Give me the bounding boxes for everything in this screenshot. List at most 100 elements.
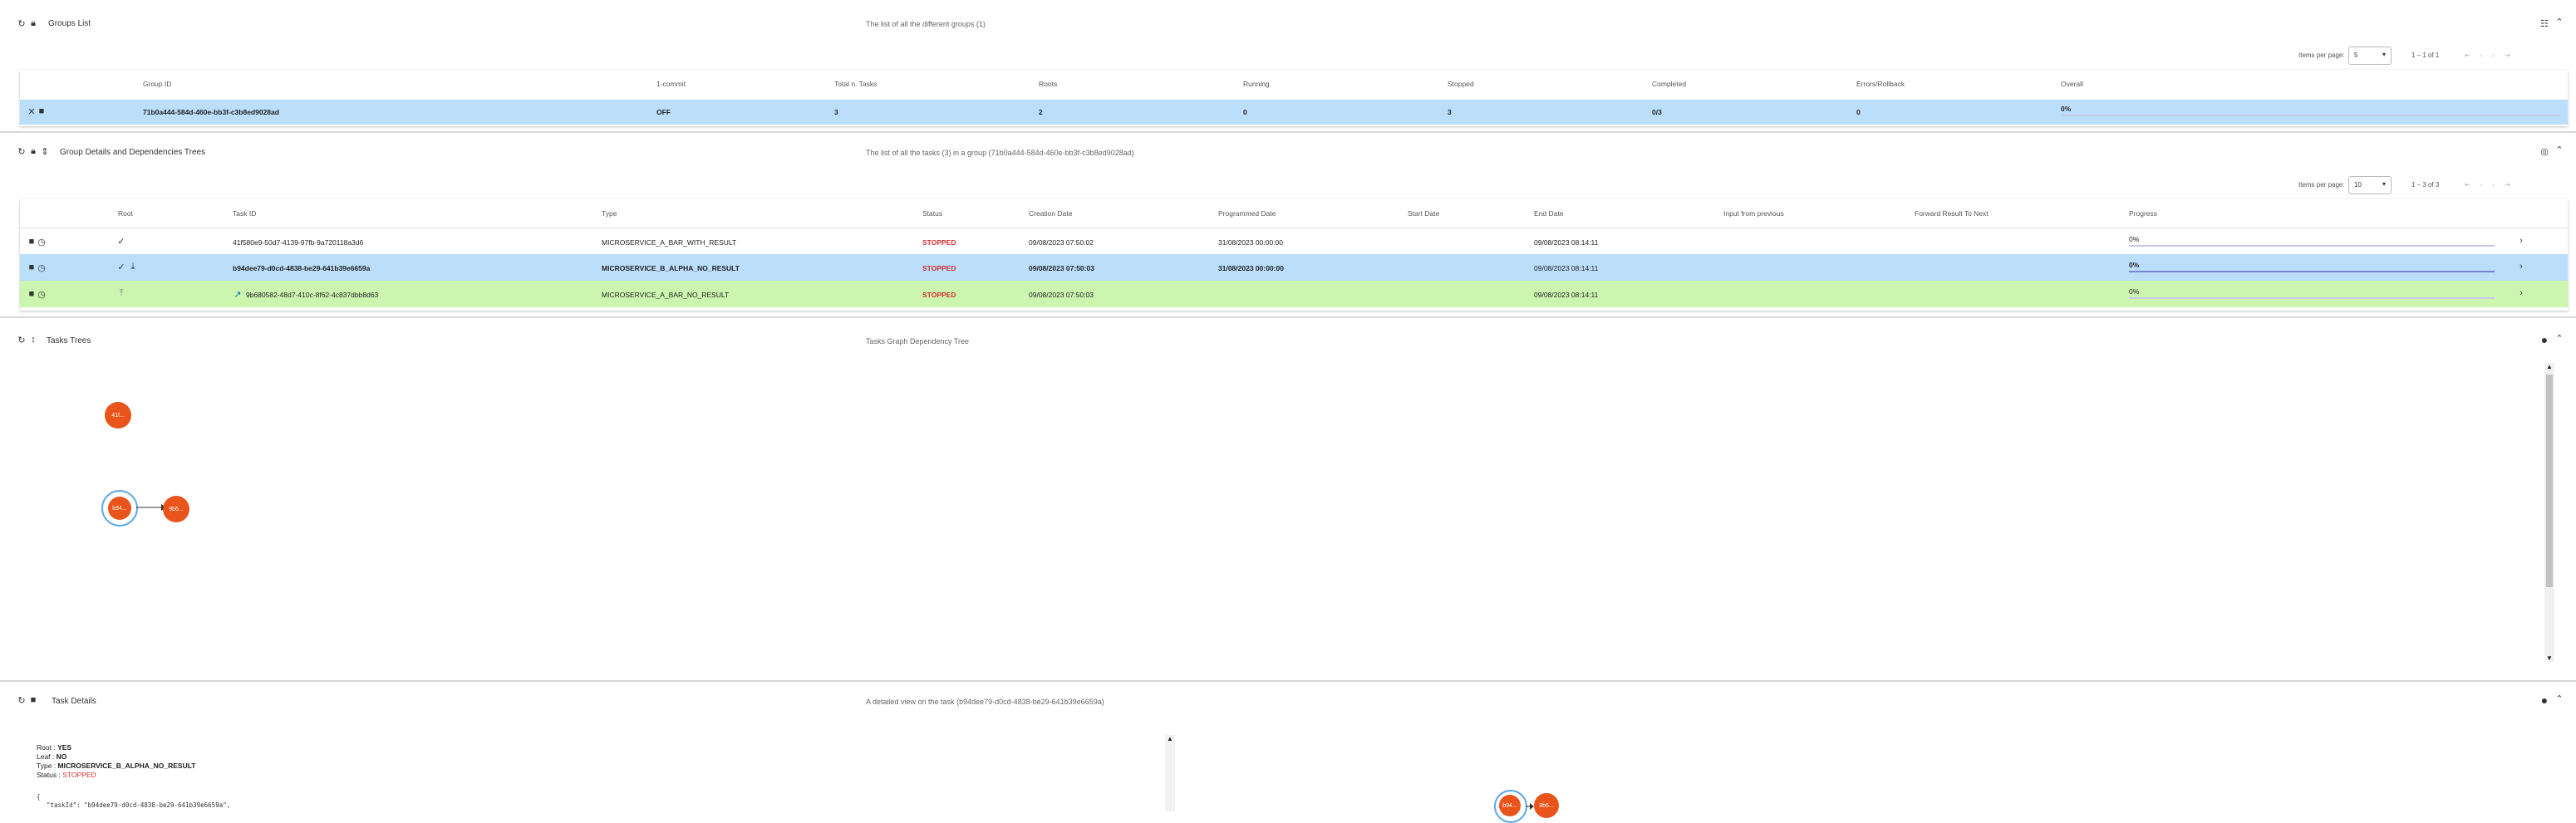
cell-end: 09/08/2023 08:14:11 [1534,238,1599,247]
items-per-page-value: 10 [2354,181,2362,189]
link-icon: ↗ [234,289,242,300]
chevron-up-icon[interactable]: ⌃ [2554,145,2564,155]
groups-panel: ↻ 🔒︎ Groups List The list of all the dif… [5,8,2571,126]
refresh-icon[interactable]: ↻ [17,18,27,29]
tasks-table-header: Root Task ID Type Status Creation Date P… [20,199,2568,228]
col-roots[interactable]: Roots [1039,80,1057,88]
expand-icon[interactable]: ↕ [28,335,38,345]
table-row[interactable]: ■ ◷ ⤒ ↗ 9b680582-48d7-410c-8f62-4c837dbb… [20,281,2568,307]
grid-icon[interactable]: ☷ [2539,18,2549,29]
cell-total: 3 [834,108,838,116]
scroll-down-icon[interactable]: ▼ [2546,654,2553,662]
lock-icon[interactable]: 🔒︎ [28,18,38,28]
pager-nav[interactable]: ⇤‹›⇥ [2465,181,2520,189]
stop-icon[interactable]: ■ [28,695,38,705]
upload-icon: ⤒ [119,287,124,298]
expand-icon[interactable]: ⇕ [40,146,50,157]
chevron-down-icon: ▾ [2382,51,2386,58]
stop-icon[interactable]: ■ [27,237,37,247]
col-root[interactable]: Root [118,209,133,218]
task-details-subtitle: A detailed view on the task (b94dee79-d0… [866,698,1104,706]
scroll-up-icon[interactable]: ▲ [1167,735,1173,742]
cell-creation: 09/08/2023 07:50:03 [1029,291,1094,299]
json-view: { "taskId": "b94dee79-d0cd-4838-be29-641… [37,793,230,810]
col-creation-date[interactable]: Creation Date [1029,209,1072,218]
graph-node[interactable]: 9b6... [163,496,189,522]
col-total-tasks[interactable]: Total n. Tasks [834,80,877,88]
refresh-icon[interactable]: ↻ [17,695,27,706]
type-line: Type : MICROSERVICE_B_ALPHA_NO_RESULT [37,762,195,771]
history-icon[interactable]: ◷ [37,262,47,273]
items-per-page-select[interactable]: 10 ▾ [2348,176,2392,194]
stop-icon[interactable]: ■ [37,106,47,116]
col-forward-result[interactable]: Forward Result To Next [1915,209,1989,218]
cell-creation: 09/08/2023 07:50:02 [1029,238,1094,247]
cell-status: STOPPED [922,238,956,247]
globe-icon[interactable]: ◎ [2539,146,2549,157]
status-label: Status : [37,771,61,779]
table-row[interactable]: ■ ◷ ✓ ⤓ b94dee79-d0cd-4838-be29-641b39e6… [20,254,2568,281]
graph-edge [136,504,166,511]
graph-node[interactable]: b94... [108,497,131,520]
table-row[interactable]: ■ ◷ ✓ 41f580e9-50d7-4139-97fb-9a720118a3… [20,228,2568,255]
items-per-page-label: Items per page: [2298,181,2345,189]
graph-edge [1526,803,1534,810]
cell-progress: 0% [2129,287,2140,296]
history-icon[interactable]: ◷ [37,237,47,247]
items-per-page-select[interactable]: 5 ▾ [2348,47,2392,65]
divider [0,316,2576,318]
status-value: STOPPED [62,771,96,779]
refresh-icon[interactable]: ↻ [17,146,27,157]
groups-table: Group ID 1-commit Total n. Tasks Roots R… [20,70,2568,126]
cell-group-id: 71b0a444-584d-460e-bb3f-c3b8ed9028ad [143,108,279,116]
graph-node[interactable]: 41f... [105,402,131,429]
scroll-up-icon[interactable]: ▲ [2546,363,2553,370]
stop-icon[interactable]: ■ [27,289,37,299]
col-start-date[interactable]: Start Date [1408,209,1439,218]
col-stopped[interactable]: Stopped [1448,80,1474,88]
col-overall[interactable]: Overall [2061,80,2083,88]
check-icon: ✓ [117,262,125,272]
col-type[interactable]: Type [602,209,617,218]
type-label: Type : [37,762,57,770]
col-commit[interactable]: 1-commit [656,80,686,88]
col-group-id[interactable]: Group ID [143,80,172,88]
vertical-scrollbar[interactable]: ▲ ▼ [2544,363,2554,662]
groups-panel-subtitle: The list of all the different groups (1) [866,20,986,28]
chevron-up-icon[interactable]: ⌃ [2554,693,2564,704]
graph-node[interactable]: b94... [1499,795,1521,816]
stop-icon[interactable]: ■ [27,262,37,272]
graph-node-label: b94... [112,505,127,512]
history-icon[interactable]: ◷ [37,289,47,300]
col-input-previous[interactable]: Input from previous [1723,209,1784,218]
chevron-up-icon[interactable]: ⌃ [2554,17,2564,27]
col-completed[interactable]: Completed [1652,80,1686,88]
chevron-down-icon: ▾ [2382,180,2386,188]
task-details-panel: ↻ ■ Task Details A detailed view on the … [5,683,2571,823]
pager-nav[interactable]: ⇤‹›⇥ [2465,51,2520,59]
lock-icon[interactable]: 🔒︎ [28,146,38,156]
chevron-up-icon[interactable]: ⌃ [2554,333,2564,344]
scrollbar-thumb[interactable] [2546,375,2553,587]
col-end-date[interactable]: End Date [1534,209,1563,218]
col-programmed-date[interactable]: Programmed Date [1218,209,1276,218]
circle-icon[interactable]: ● [2539,693,2549,707]
cell-programmed: 31/08/2023 00:00:00 [1218,238,1283,247]
groups-panel-title: Groups List [48,19,91,28]
chevron-right-icon[interactable]: › [2516,262,2526,272]
overall-progress-bar [2061,115,2559,116]
col-task-id[interactable]: Task ID [233,209,256,218]
refresh-icon[interactable]: ↻ [17,335,27,345]
chevron-right-icon[interactable]: › [2516,236,2526,246]
table-row[interactable]: ✕ ■ 71b0a444-584d-460e-bb3f-c3b8ed9028ad… [20,100,2568,125]
circle-icon[interactable]: ● [2539,333,2549,346]
tasks-table: Root Task ID Type Status Creation Date P… [20,199,2568,311]
graph-node[interactable]: 9b6... [1534,793,1559,818]
col-status[interactable]: Status [922,209,942,218]
chevron-right-icon[interactable]: › [2516,288,2526,298]
close-icon[interactable]: ✕ [27,106,37,117]
json-scrollbar[interactable]: ▲ [1165,735,1175,811]
col-errors[interactable]: Errors/Rollback [1856,80,1905,88]
col-progress[interactable]: Progress [2129,209,2157,218]
col-running[interactable]: Running [1243,80,1270,88]
